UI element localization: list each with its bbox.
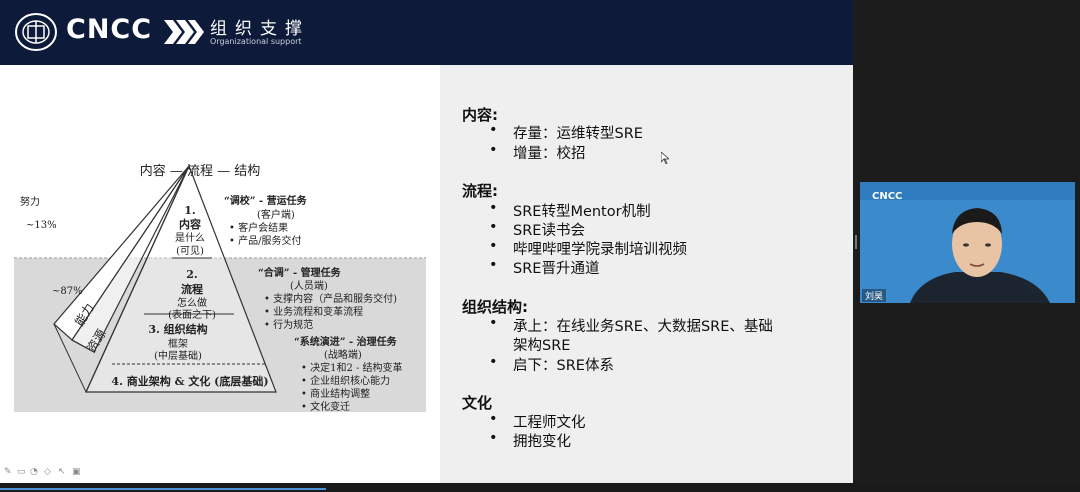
percent-87-label: ~87%: [52, 286, 83, 297]
diagram-top-title: 内容 — 流程 — 结构: [139, 164, 261, 179]
level1-line3: (可见): [176, 246, 204, 257]
percent-13-label: ~13%: [26, 220, 57, 231]
ccf-seal-logo: [15, 13, 57, 51]
shape-icon[interactable]: ◇: [44, 467, 54, 477]
pointer-icon[interactable]: ↖: [58, 467, 68, 477]
slide-header: CNCC 组织支撑 Organizational support: [0, 0, 853, 65]
speaker-video-thumbnail[interactable]: CNCC 刘昊: [860, 182, 1075, 303]
level4-title: 4. 商业架构 & 文化 (底层基础): [111, 375, 269, 388]
panel-splitter-handle[interactable]: [855, 235, 857, 249]
camera-icon[interactable]: ▣: [72, 467, 82, 477]
level2-number: 2.: [186, 268, 198, 281]
effort-label: 努力: [20, 197, 40, 208]
level3-line3: (中层基础): [154, 351, 202, 362]
section-heading-org-structure: 组织结构:: [462, 298, 528, 316]
eraser-icon[interactable]: ▭: [17, 467, 27, 477]
section-heading-process: 流程:: [462, 182, 498, 200]
playback-progress-bar[interactable]: [0, 488, 326, 490]
chevron-right-icon: [164, 20, 204, 44]
cncc-logo-text: CNCC: [66, 14, 153, 45]
pen-icon[interactable]: ✎: [4, 467, 14, 477]
highlighter-icon[interactable]: ◔: [30, 467, 40, 477]
participant-name: 刘昊: [862, 289, 887, 302]
task1-item: • 产品/服务交付: [229, 236, 302, 247]
section-heading-culture: 文化: [462, 394, 493, 412]
annotation-toolbar: ✎ ▭ ◔ ◇ ↖ ▣: [0, 463, 100, 481]
task1-title: “调校” - 营运任务: [224, 196, 307, 207]
level2-line3: (表面之下): [168, 310, 216, 321]
task3-item: • 文化变迁: [301, 402, 351, 413]
video-cncc-logo: CNCC: [872, 191, 903, 202]
mouse-cursor-icon: [661, 152, 669, 164]
section-title: 组织支撑: [210, 19, 310, 39]
section-subtitle: Organizational support: [210, 37, 302, 46]
presentation-slide: CNCC 组织支撑 Organizational support 内容 — 流程…: [0, 0, 853, 483]
task2-item: • 行为规范: [264, 320, 314, 331]
right-panel: [440, 65, 853, 483]
iceberg-pyramid-diagram: 内容 — 流程 — 结构 努力 ~13% ~87% 能力 资源 1. 内容 是什…: [14, 146, 426, 413]
